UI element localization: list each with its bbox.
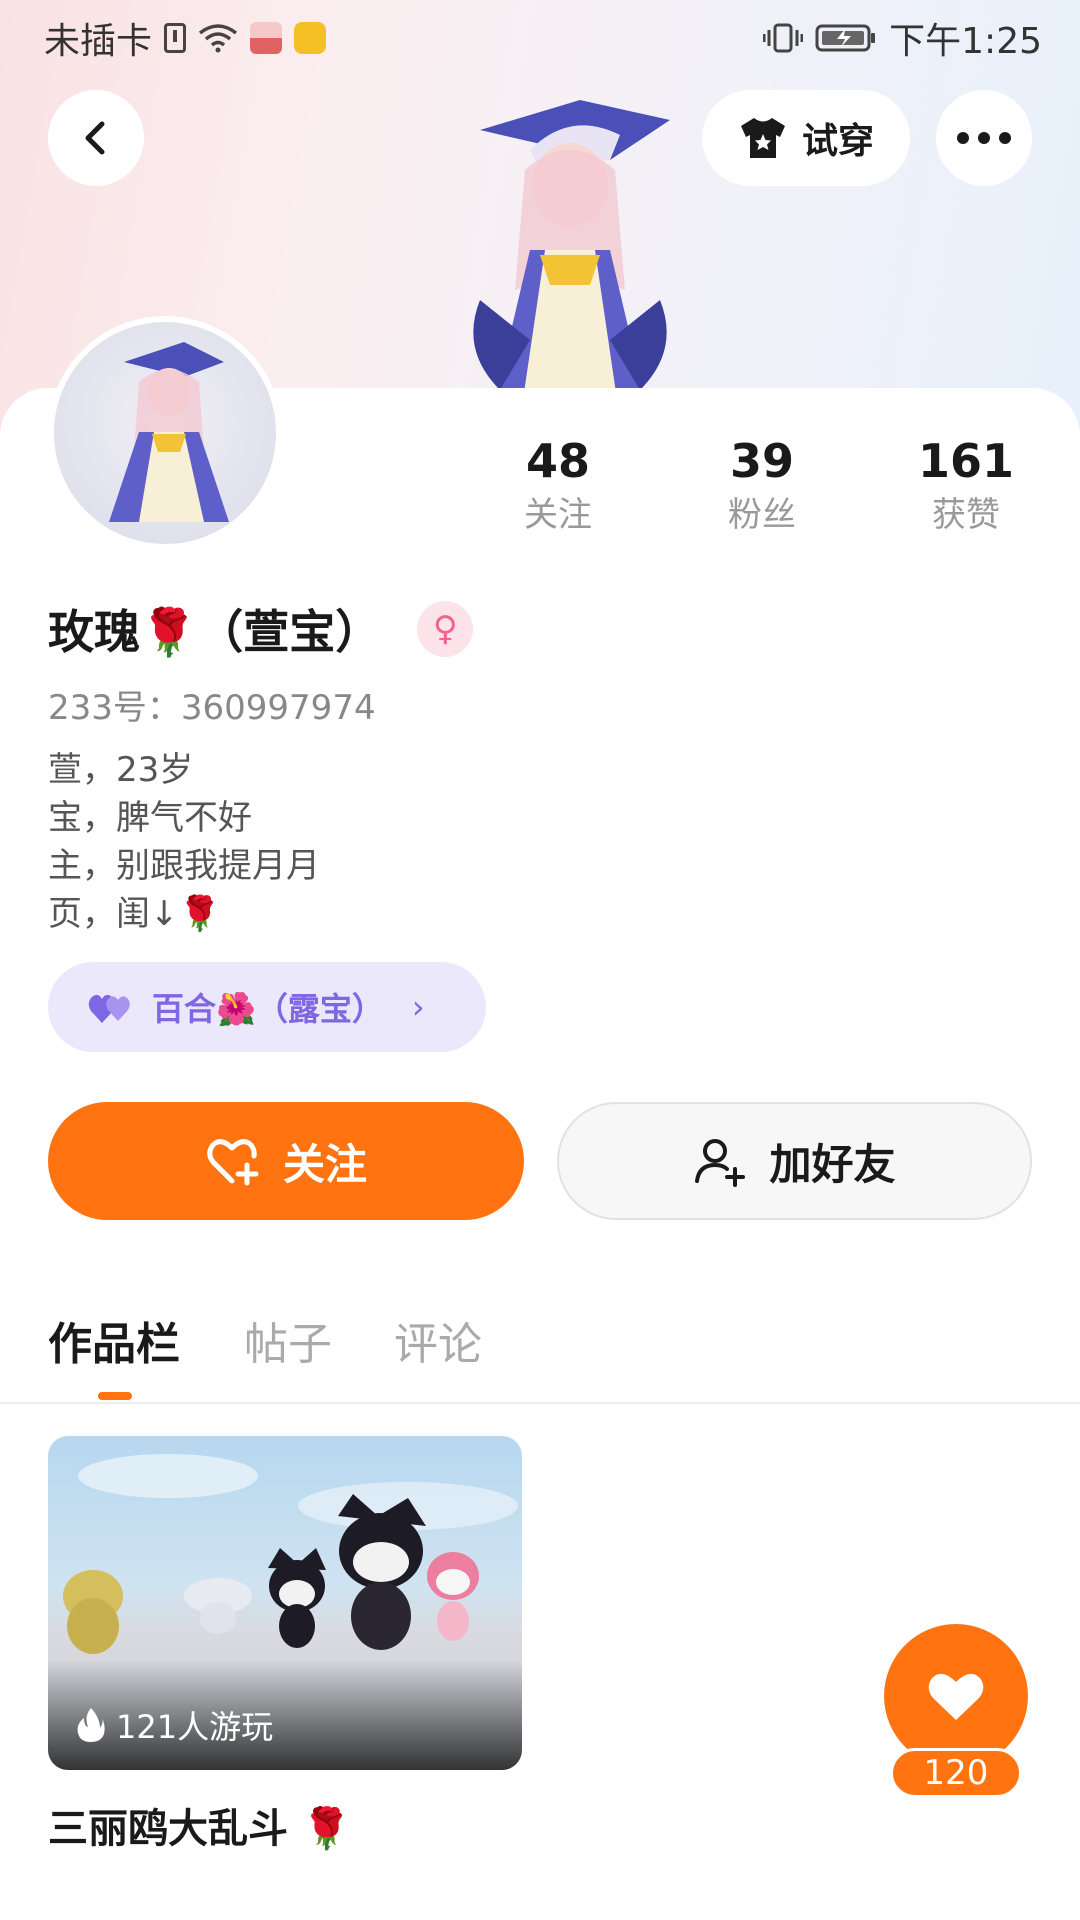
relationship-label: 百合🌺（露宝）	[152, 990, 384, 1028]
wifi-icon	[198, 24, 238, 53]
try-on-button[interactable]: 试穿	[702, 90, 910, 186]
flame-icon	[77, 1708, 105, 1742]
more-dots-icon	[957, 132, 1011, 144]
profile-name: 玫瑰🌹（萱宝）	[48, 605, 382, 659]
followers-label: 粉丝	[728, 495, 796, 535]
bio: 萱，23岁 宝，脾气不好 主，别跟我提月月 页，闺↓🌹	[48, 746, 320, 938]
following-stat[interactable]: 48 关注	[478, 432, 638, 540]
follow-label: 关注	[282, 1139, 367, 1189]
chevron-left-icon	[85, 121, 105, 155]
likes-count: 161	[917, 434, 1015, 488]
carrier-text: 未插卡	[44, 21, 153, 62]
play-count-text: 121人游玩	[116, 1708, 274, 1746]
bio-line: 主，别跟我提月月	[48, 846, 320, 886]
tab-works[interactable]: 作品栏	[48, 1308, 180, 1372]
double-heart-icon	[88, 994, 130, 1023]
play-count: 121人游玩	[76, 1702, 273, 1748]
profile-stats: 48 关注 39 粉丝 161 获赞	[0, 432, 1080, 542]
heart-plus-icon	[207, 1139, 259, 1186]
following-label: 关注	[524, 495, 592, 535]
add-friend-button[interactable]: 加好友	[557, 1102, 1032, 1220]
add-friend-label: 加好友	[769, 1139, 896, 1189]
back-button[interactable]	[48, 90, 144, 186]
profile-tabs: 作品栏 帖子 评论	[0, 1300, 1080, 1404]
followers-count: 39	[729, 434, 794, 488]
battery-charging-icon	[815, 24, 876, 52]
tshirt-icon	[740, 118, 785, 158]
likes-label: 获赞	[932, 495, 1000, 535]
user-id: 233号：360997974	[48, 688, 376, 728]
follow-button[interactable]: 关注	[48, 1102, 524, 1220]
work-title[interactable]: 三丽鸥大乱斗 🌹	[48, 1796, 352, 1854]
tab-comments[interactable]: 评论	[394, 1308, 482, 1372]
chevron-right-icon: ›	[411, 988, 425, 1026]
notes-notification-icon	[294, 22, 327, 54]
work-card[interactable]: 121人游玩	[48, 1436, 522, 1770]
bio-line: 萱，23岁	[48, 750, 194, 790]
heart-icon	[928, 1673, 984, 1720]
sim-alert-icon	[164, 23, 187, 53]
bio-line: 页，闺↓🌹	[48, 894, 221, 934]
add-person-icon	[695, 1139, 746, 1187]
followers-stat[interactable]: 39 粉丝	[682, 432, 842, 540]
name-row: 玫瑰🌹（萱宝） ♀	[48, 596, 474, 662]
female-gender-icon: ♀	[417, 601, 474, 657]
following-count: 48	[525, 434, 590, 488]
vibrate-icon	[763, 23, 804, 53]
clock-text: 下午1:25	[889, 21, 1042, 62]
relationship-badge[interactable]: 百合🌺（露宝） ›	[48, 962, 486, 1052]
active-tab-indicator	[98, 1392, 132, 1400]
status-bar: 未插卡 下午1:25	[0, 0, 1080, 76]
more-options-button[interactable]	[936, 90, 1032, 186]
like-count-badge: 120	[890, 1748, 1022, 1798]
tab-posts[interactable]: 帖子	[244, 1308, 332, 1372]
like-button[interactable]	[884, 1624, 1028, 1768]
bio-line: 宝，脾气不好	[48, 798, 252, 838]
try-on-label: 试穿	[801, 121, 874, 162]
app-notification-icon	[250, 22, 283, 54]
banner-avatar-image	[473, 100, 670, 420]
likes-stat[interactable]: 161 获赞	[886, 432, 1046, 540]
